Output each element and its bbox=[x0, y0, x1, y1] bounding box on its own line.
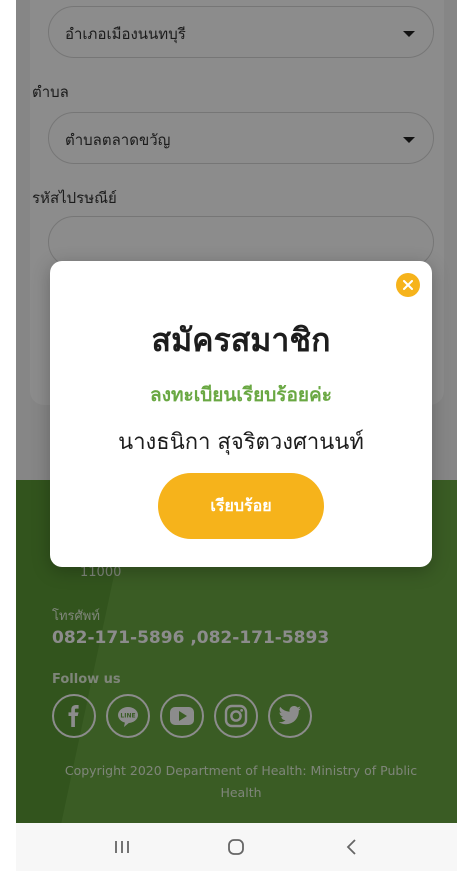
registration-success-dialog: สมัครสมาชิก ลงทะเบียนเรียบร้อยค่ะ นางธนิ… bbox=[50, 261, 432, 567]
dialog-title: สมัครสมาชิก bbox=[151, 321, 331, 359]
android-navigation-bar bbox=[16, 823, 457, 871]
back-button[interactable] bbox=[322, 823, 382, 871]
home-icon bbox=[228, 839, 244, 855]
confirm-button[interactable]: เรียบร้อย bbox=[158, 473, 324, 539]
dialog-subtitle: ลงทะเบียนเรียบร้อยค่ะ bbox=[150, 384, 332, 406]
close-icon bbox=[403, 280, 413, 290]
home-button[interactable] bbox=[206, 823, 266, 871]
recent-apps-icon bbox=[115, 841, 129, 853]
back-icon bbox=[346, 839, 356, 855]
member-name: นางธนิกา สุจริตวงศานนท์ bbox=[118, 430, 364, 455]
recent-apps-button[interactable] bbox=[92, 823, 152, 871]
close-button[interactable] bbox=[396, 273, 420, 297]
